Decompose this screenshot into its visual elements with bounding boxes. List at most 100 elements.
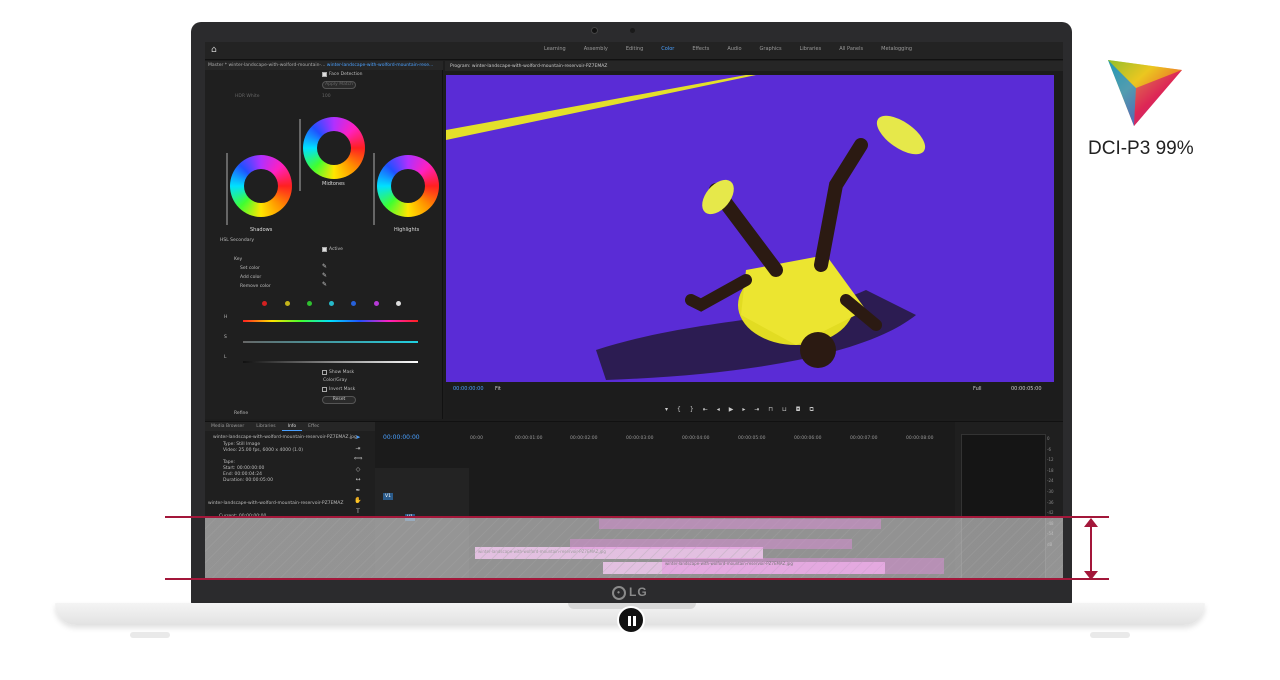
- face-detection-checkbox[interactable]: [322, 72, 327, 77]
- swatch-blue[interactable]: [351, 301, 356, 306]
- lift-icon[interactable]: ⊓: [768, 406, 773, 414]
- hsl-secondary-header[interactable]: HSL Secondary: [220, 238, 254, 243]
- swatch-cyan[interactable]: [329, 301, 334, 306]
- program-monitor: Program: winter-landscape-with-wolford-m…: [445, 61, 1063, 419]
- mask-mode-select[interactable]: Color/Gray: [323, 378, 347, 383]
- reset-button[interactable]: Reset: [322, 396, 356, 404]
- set-color-eyedropper-icon[interactable]: ✎: [322, 263, 327, 270]
- hdr-white-value[interactable]: 100: [322, 94, 331, 99]
- swatch-magenta[interactable]: [374, 301, 379, 306]
- meter-tick: -6: [1047, 446, 1051, 452]
- extract-icon[interactable]: ⊔: [782, 406, 787, 414]
- hue-range-slider[interactable]: [243, 320, 418, 322]
- laptop-foot-left: [130, 632, 170, 638]
- arrow-up-icon: [1084, 518, 1098, 527]
- lg-logo-mark-icon: •: [612, 585, 626, 600]
- active-clip-label[interactable]: winter-landscape-with-wolford-mountain-r…: [327, 63, 434, 68]
- active-checkbox[interactable]: [322, 247, 327, 252]
- program-monitor-title[interactable]: Program: winter-landscape-with-wolford-m…: [445, 61, 1063, 71]
- tab-effects-panel[interactable]: Effec: [302, 422, 325, 431]
- add-marker-icon[interactable]: ▾: [665, 406, 668, 414]
- home-icon[interactable]: ⌂: [211, 46, 220, 55]
- tools-panel: ➤ ⇥ ⟺ ◇ ↔ ✒ ✋ T: [352, 434, 364, 518]
- laptop-screen: ⌂ Learning Assembly Editing Color Effect…: [205, 42, 1063, 580]
- tab-graphics[interactable]: Graphics: [751, 46, 791, 52]
- full-select[interactable]: Full: [973, 386, 982, 392]
- guide-line-top: [165, 516, 1109, 518]
- razor-tool-icon[interactable]: ◇: [352, 466, 364, 477]
- dci-p3-label: DCI-P3 99%: [1088, 138, 1194, 159]
- saturation-range-slider[interactable]: [243, 341, 418, 343]
- refine-header[interactable]: Refine: [234, 411, 248, 416]
- slip-tool-icon[interactable]: ↔: [352, 476, 364, 487]
- show-mask-checkbox[interactable]: [322, 370, 327, 375]
- timeline-ruler[interactable]: 00:00 00:00:01:00 00:00:02:00 00:00:03:0…: [470, 436, 955, 446]
- tab-info[interactable]: Info: [281, 422, 303, 431]
- tab-all-panels[interactable]: All Panels: [830, 46, 872, 52]
- go-to-in-icon[interactable]: ⇤: [703, 406, 708, 414]
- remove-color-label: Remove color: [240, 284, 271, 289]
- step-forward-icon[interactable]: ▸: [742, 406, 745, 414]
- pause-button[interactable]: [617, 606, 645, 634]
- tab-libraries[interactable]: Libraries: [791, 46, 831, 52]
- program-timecode-in[interactable]: 00:00:00:00: [453, 386, 484, 392]
- swatch-white[interactable]: [396, 301, 401, 306]
- swatch-red[interactable]: [262, 301, 267, 306]
- master-clip-label[interactable]: Master * winter-landscape-with-wolford-m…: [208, 63, 325, 68]
- ruler-tick: 00:00:06:00: [794, 436, 822, 441]
- mark-in-icon[interactable]: {: [677, 406, 681, 414]
- color-gamut-triangle-icon: [1108, 60, 1182, 126]
- add-color-label: Add color: [240, 275, 262, 280]
- selection-tool-icon[interactable]: ➤: [352, 434, 364, 445]
- remove-color-eyedropper-icon[interactable]: ✎: [322, 281, 327, 288]
- tab-metalogging[interactable]: Metalogging: [872, 46, 921, 52]
- tab-editing[interactable]: Editing: [617, 46, 652, 52]
- guide-line-bottom: [165, 578, 1109, 580]
- tab-color[interactable]: Color: [652, 46, 683, 52]
- go-to-out-icon[interactable]: ⇥: [754, 406, 759, 414]
- lumetri-color-panel: Master * winter-landscape-with-wolford-m…: [205, 61, 443, 419]
- compare-icon[interactable]: ⧉: [810, 406, 814, 414]
- step-back-icon[interactable]: ◂: [717, 406, 720, 414]
- highlights-slider[interactable]: [373, 153, 375, 225]
- ripple-edit-tool-icon[interactable]: ⟺: [352, 455, 364, 466]
- tab-assembly[interactable]: Assembly: [575, 46, 617, 52]
- highlights-wheel[interactable]: [377, 155, 439, 217]
- pen-tool-icon[interactable]: ✒: [352, 487, 364, 498]
- fit-select[interactable]: Fit: [495, 386, 501, 392]
- face-detection-label: Face Detection: [329, 72, 363, 77]
- tab-effects[interactable]: Effects: [683, 46, 718, 52]
- shadows-label: Shadows: [250, 227, 273, 233]
- hdr-white-label: HDR White: [235, 94, 260, 99]
- invert-mask-checkbox[interactable]: [322, 387, 327, 392]
- track-select-tool-icon[interactable]: ⇥: [352, 445, 364, 456]
- hand-tool-icon[interactable]: ✋: [352, 497, 364, 508]
- midtones-wheel[interactable]: [303, 117, 365, 179]
- tab-audio[interactable]: Audio: [718, 46, 750, 52]
- timeline-timecode[interactable]: 00:00:00:00: [383, 434, 420, 441]
- apply-match-button[interactable]: Apply Match: [322, 81, 356, 89]
- meter-tick: -24: [1047, 478, 1054, 484]
- key-header[interactable]: Key: [234, 257, 242, 262]
- hatch-clip-2: [570, 539, 852, 549]
- play-icon[interactable]: ▶: [729, 406, 734, 414]
- info-file-name: winter-landscape-with-wolford-mountain-r…: [213, 435, 357, 440]
- midtones-slider[interactable]: [299, 119, 301, 191]
- shadows-slider[interactable]: [226, 153, 228, 225]
- mark-out-icon[interactable]: }: [690, 406, 694, 414]
- info-sequence-name: winter-landscape-with-wolford-mountain-r…: [208, 501, 344, 506]
- tab-learning[interactable]: Learning: [535, 46, 575, 52]
- athlete-image: [446, 75, 926, 380]
- export-frame-icon[interactable]: ◘: [796, 406, 801, 414]
- add-color-eyedropper-icon[interactable]: ✎: [322, 272, 327, 279]
- track-v1-target[interactable]: V1: [383, 493, 393, 500]
- shadows-wheel[interactable]: [230, 155, 292, 217]
- lightness-range-slider[interactable]: [243, 361, 418, 363]
- tab-libraries-panel[interactable]: Libraries: [250, 422, 281, 431]
- swatch-yellow[interactable]: [285, 301, 290, 306]
- tab-media-browser[interactable]: Media Browser: [205, 422, 250, 431]
- ruler-tick: 00:00:07:00: [850, 436, 878, 441]
- ruler-tick: 00:00:02:00: [570, 436, 598, 441]
- ruler-tick: 00:00:05:00: [738, 436, 766, 441]
- swatch-green[interactable]: [307, 301, 312, 306]
